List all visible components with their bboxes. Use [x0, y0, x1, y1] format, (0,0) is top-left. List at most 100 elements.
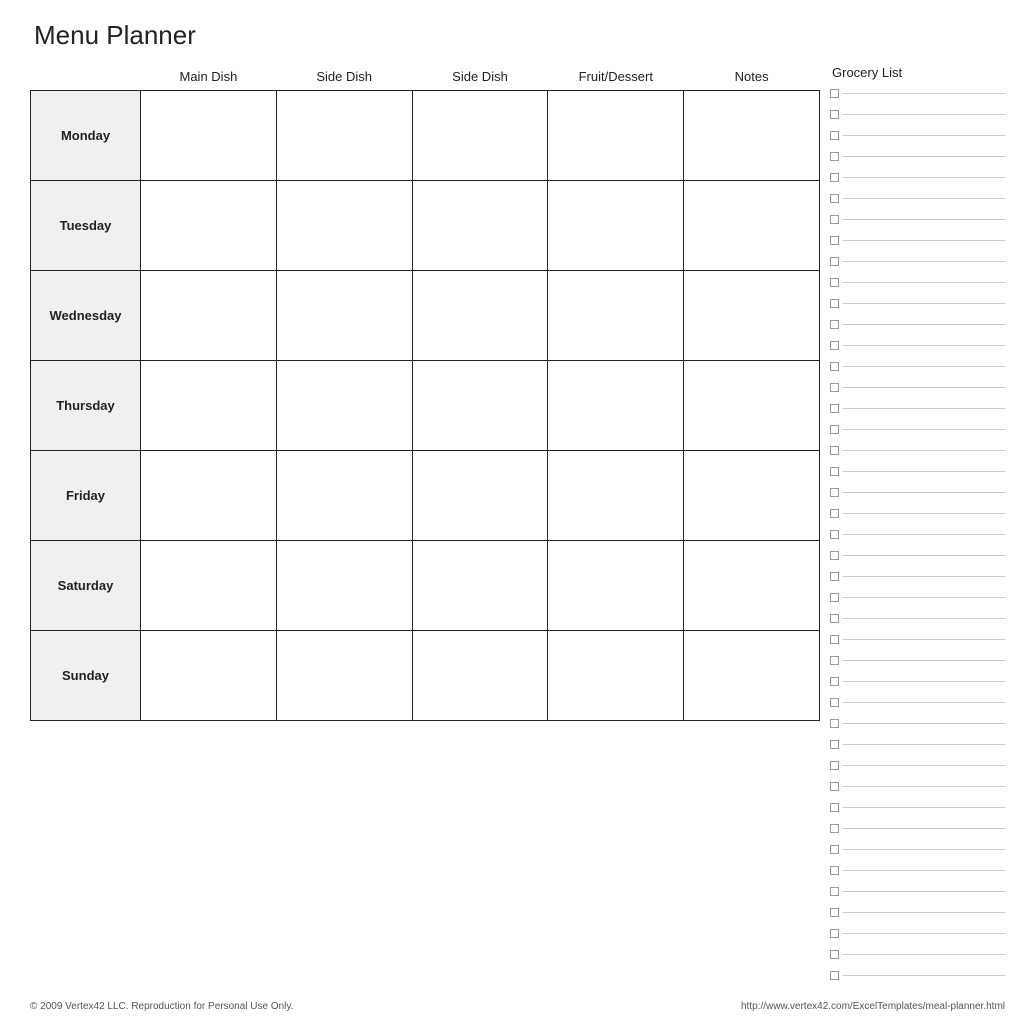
list-item[interactable] — [830, 840, 1005, 858]
list-item[interactable] — [830, 819, 1005, 837]
meal-cell[interactable] — [412, 451, 548, 541]
list-item[interactable] — [830, 714, 1005, 732]
list-item[interactable] — [830, 378, 1005, 396]
grocery-checkbox[interactable] — [830, 572, 839, 581]
list-item[interactable] — [830, 231, 1005, 249]
grocery-checkbox[interactable] — [830, 950, 839, 959]
list-item[interactable] — [830, 84, 1005, 102]
list-item[interactable] — [830, 966, 1005, 984]
meal-cell[interactable] — [276, 271, 412, 361]
grocery-checkbox[interactable] — [830, 908, 839, 917]
meal-cell[interactable] — [548, 451, 684, 541]
meal-cell[interactable] — [548, 361, 684, 451]
list-item[interactable] — [830, 630, 1005, 648]
grocery-checkbox[interactable] — [830, 215, 839, 224]
meal-cell[interactable] — [412, 631, 548, 721]
grocery-checkbox[interactable] — [830, 509, 839, 518]
grocery-checkbox[interactable] — [830, 152, 839, 161]
grocery-checkbox[interactable] — [830, 971, 839, 980]
meal-cell[interactable] — [548, 181, 684, 271]
list-item[interactable] — [830, 609, 1005, 627]
list-item[interactable] — [830, 672, 1005, 690]
list-item[interactable] — [830, 315, 1005, 333]
grocery-checkbox[interactable] — [830, 278, 839, 287]
grocery-checkbox[interactable] — [830, 173, 839, 182]
list-item[interactable] — [830, 861, 1005, 879]
list-item[interactable] — [830, 441, 1005, 459]
meal-cell[interactable] — [276, 541, 412, 631]
list-item[interactable] — [830, 735, 1005, 753]
grocery-checkbox[interactable] — [830, 467, 839, 476]
meal-cell[interactable] — [276, 361, 412, 451]
grocery-checkbox[interactable] — [830, 803, 839, 812]
meal-cell[interactable] — [412, 181, 548, 271]
list-item[interactable] — [830, 105, 1005, 123]
grocery-checkbox[interactable] — [830, 845, 839, 854]
meal-cell[interactable] — [684, 271, 820, 361]
grocery-checkbox[interactable] — [830, 929, 839, 938]
list-item[interactable] — [830, 147, 1005, 165]
meal-cell[interactable] — [276, 451, 412, 541]
grocery-checkbox[interactable] — [830, 320, 839, 329]
list-item[interactable] — [830, 588, 1005, 606]
grocery-checkbox[interactable] — [830, 677, 839, 686]
meal-cell[interactable] — [412, 91, 548, 181]
meal-cell[interactable] — [684, 181, 820, 271]
list-item[interactable] — [830, 126, 1005, 144]
meal-cell[interactable] — [276, 631, 412, 721]
list-item[interactable] — [830, 168, 1005, 186]
grocery-checkbox[interactable] — [830, 131, 839, 140]
grocery-checkbox[interactable] — [830, 110, 839, 119]
grocery-checkbox[interactable] — [830, 425, 839, 434]
list-item[interactable] — [830, 462, 1005, 480]
list-item[interactable] — [830, 798, 1005, 816]
grocery-checkbox[interactable] — [830, 887, 839, 896]
meal-cell[interactable] — [141, 361, 277, 451]
list-item[interactable] — [830, 252, 1005, 270]
list-item[interactable] — [830, 504, 1005, 522]
meal-cell[interactable] — [684, 91, 820, 181]
meal-cell[interactable] — [141, 631, 277, 721]
meal-cell[interactable] — [548, 91, 684, 181]
grocery-checkbox[interactable] — [830, 194, 839, 203]
grocery-checkbox[interactable] — [830, 593, 839, 602]
grocery-checkbox[interactable] — [830, 782, 839, 791]
meal-cell[interactable] — [548, 631, 684, 721]
meal-cell[interactable] — [141, 181, 277, 271]
meal-cell[interactable] — [684, 541, 820, 631]
list-item[interactable] — [830, 945, 1005, 963]
grocery-checkbox[interactable] — [830, 614, 839, 623]
grocery-checkbox[interactable] — [830, 236, 839, 245]
meal-cell[interactable] — [412, 271, 548, 361]
list-item[interactable] — [830, 483, 1005, 501]
grocery-checkbox[interactable] — [830, 824, 839, 833]
list-item[interactable] — [830, 336, 1005, 354]
list-item[interactable] — [830, 567, 1005, 585]
list-item[interactable] — [830, 189, 1005, 207]
list-item[interactable] — [830, 777, 1005, 795]
grocery-checkbox[interactable] — [830, 341, 839, 350]
grocery-checkbox[interactable] — [830, 740, 839, 749]
grocery-checkbox[interactable] — [830, 635, 839, 644]
grocery-checkbox[interactable] — [830, 488, 839, 497]
meal-cell[interactable] — [276, 181, 412, 271]
grocery-checkbox[interactable] — [830, 530, 839, 539]
list-item[interactable] — [830, 294, 1005, 312]
grocery-checkbox[interactable] — [830, 362, 839, 371]
grocery-checkbox[interactable] — [830, 446, 839, 455]
meal-cell[interactable] — [684, 451, 820, 541]
list-item[interactable] — [830, 546, 1005, 564]
grocery-checkbox[interactable] — [830, 551, 839, 560]
grocery-checkbox[interactable] — [830, 719, 839, 728]
meal-cell[interactable] — [412, 361, 548, 451]
list-item[interactable] — [830, 924, 1005, 942]
list-item[interactable] — [830, 273, 1005, 291]
grocery-checkbox[interactable] — [830, 404, 839, 413]
grocery-checkbox[interactable] — [830, 383, 839, 392]
grocery-checkbox[interactable] — [830, 89, 839, 98]
list-item[interactable] — [830, 525, 1005, 543]
grocery-checkbox[interactable] — [830, 866, 839, 875]
meal-cell[interactable] — [548, 541, 684, 631]
meal-cell[interactable] — [141, 271, 277, 361]
list-item[interactable] — [830, 756, 1005, 774]
